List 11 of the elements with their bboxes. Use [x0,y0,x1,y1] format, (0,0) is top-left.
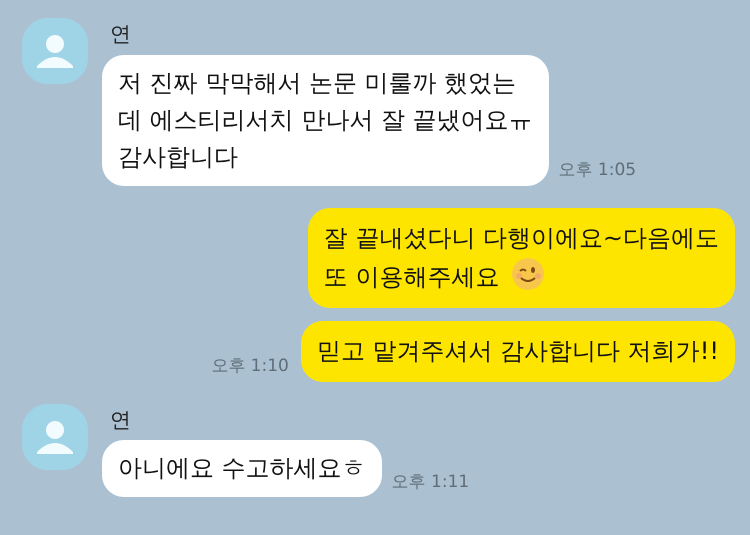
message-time: 오후 1:05 [558,159,636,182]
message-bubble: 아니에요 수고하세요ㅎ [102,440,382,497]
avatar-icon[interactable] [22,404,88,470]
message-time: 오후 1:11 [392,470,470,494]
message-bubble: 믿고 맡겨주셔서 감사합니다 저희가!! [300,320,735,382]
message-bubble: 잘 끝내셨다니 다행이에요~다음에도 또 이용해주세요 [308,208,735,308]
sender-name: 연 [110,21,131,48]
avatar-icon[interactable] [22,18,88,84]
message-bubble: 저 진짜 막막해서 논문 미룰까 했었는 데 에스티리서치 만나서 잘 끝냈어요ㅠ 감사합니다 [102,54,549,186]
sender-name: 연 [110,406,131,434]
message-time: 오후 1:10 [211,355,289,378]
